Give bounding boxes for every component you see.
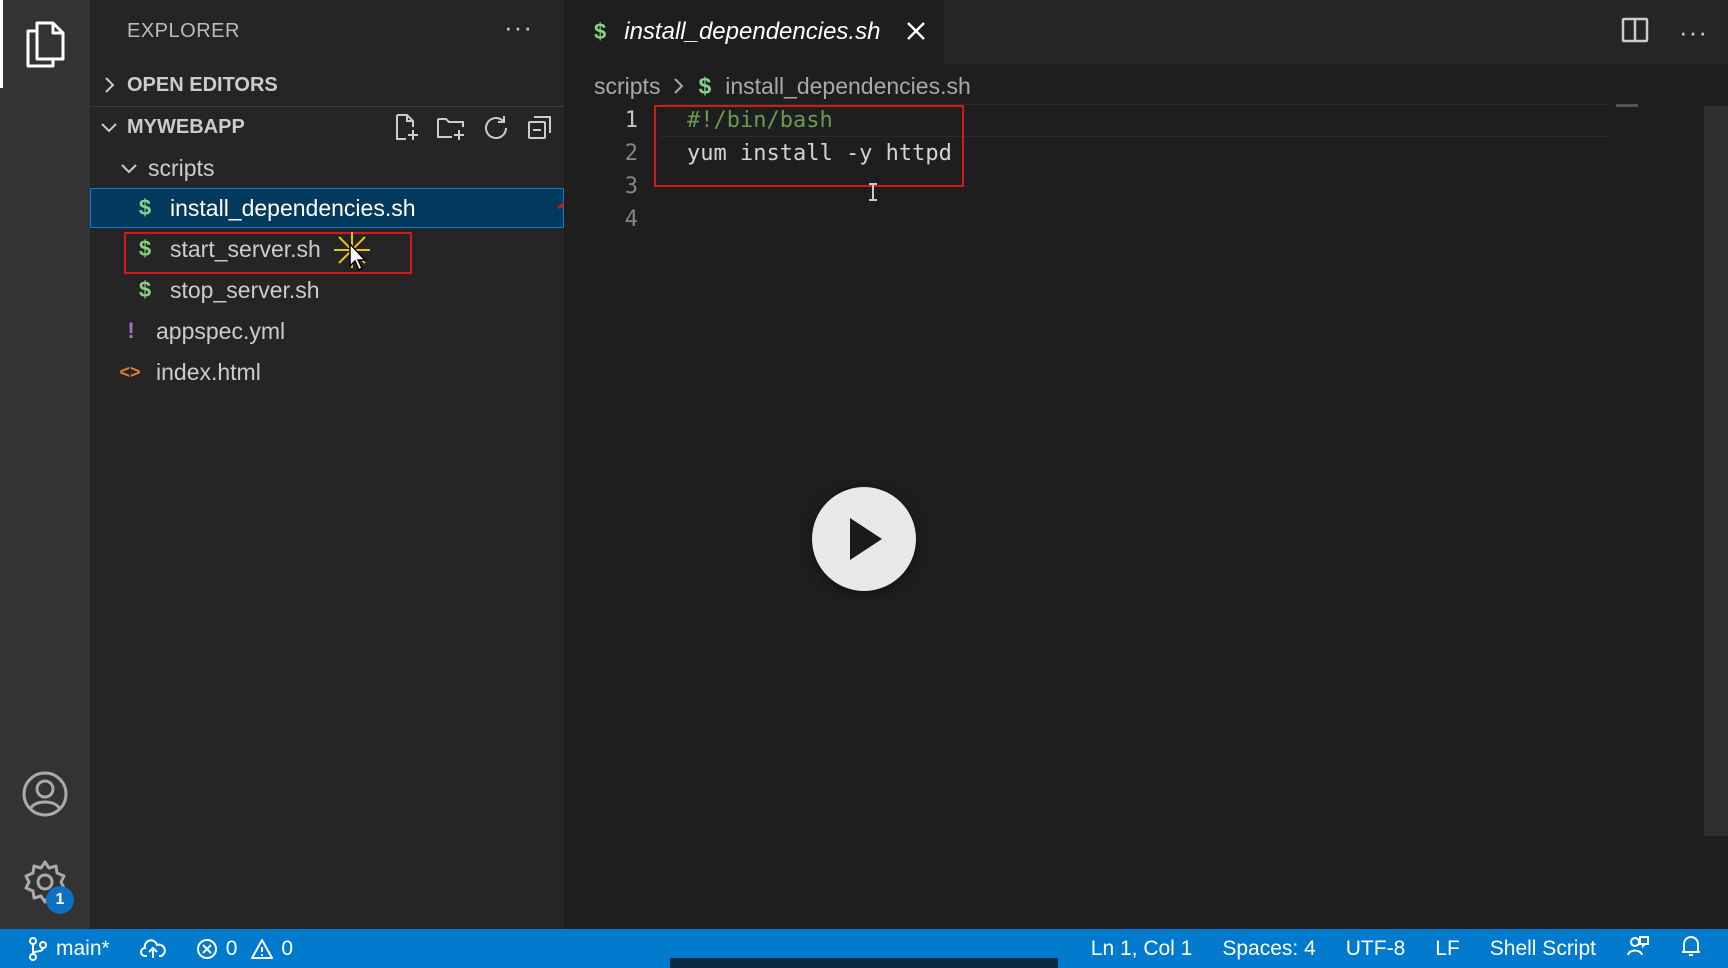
sync-status[interactable] [139,938,166,959]
explorer-sidebar: EXPLORER ··· OPEN EDITORS MYWEBAPP scrip… [90,0,564,929]
end-of-line[interactable]: LF [1435,937,1460,961]
collapse-all-icon[interactable] [526,113,554,141]
breadcrumb-file[interactable]: install_dependencies.sh [725,73,971,100]
editor-more-button[interactable]: ··· [1679,17,1708,48]
new-file-icon[interactable] [392,113,420,141]
problems-status[interactable]: 0 0 [196,937,293,961]
settings-badge: 1 [46,886,74,914]
bell-icon[interactable] [1680,934,1702,964]
code-line: 3 [564,170,638,203]
html-file-icon: <> [119,361,141,382]
activity-bar: 1 [0,0,90,929]
open-editors-section[interactable]: OPEN EDITORS [90,65,564,105]
shell-file-icon: $ [594,19,607,44]
explorer-actions [392,107,554,147]
tree-item-index-html[interactable]: <> index.html [90,352,564,392]
close-icon[interactable] [905,20,927,47]
code-line: 1 #!/bin/bash [564,104,833,137]
language-mode[interactable]: Shell Script [1490,937,1596,961]
play-icon [850,518,882,560]
editor-tabbar: $ install_dependencies.sh ··· [564,0,1728,64]
tree-item-install-dependencies[interactable]: $ install_dependencies.sh [90,188,564,228]
explorer-title: EXPLORER [127,20,240,42]
error-icon [196,938,217,959]
account-icon[interactable] [0,768,90,820]
warning-icon [251,938,274,959]
code-editor[interactable]: 1 #!/bin/bash 2 yum install -y httpd 3 4 [564,104,1728,929]
git-branch-icon [29,936,47,961]
tree-item-label: scripts [148,154,215,181]
line-number: 3 [624,174,638,199]
code-line: 2 yum install -y httpd [564,137,952,170]
tree-item-label: index.html [156,358,261,385]
status-bar: main* 0 0 Ln 1, Col 1 Spaces: 4 UTF-8 LF… [0,929,1728,968]
shell-file-icon: $ [138,195,152,220]
editor-scrollbar[interactable] [1704,106,1728,836]
editor-actions: ··· [1621,0,1708,64]
play-button[interactable] [812,487,916,591]
files-icon[interactable] [0,16,90,72]
chevron-down-icon [120,161,148,175]
shell-file-icon: $ [138,277,152,302]
indentation[interactable]: Spaces: 4 [1222,937,1315,961]
tab-install-dependencies[interactable]: $ install_dependencies.sh [564,0,944,64]
cloud-sync-icon [139,938,166,958]
open-editors-label: OPEN EDITORS [127,73,278,96]
chevron-right-icon [672,77,684,95]
text-cursor-icon [869,183,877,201]
breadcrumb-folder[interactable]: scripts [594,73,660,100]
line-number: 4 [624,207,638,232]
chevron-down-icon [90,120,127,134]
tree-item-label: appspec.yml [156,317,286,344]
code-line: 4 [564,203,638,236]
tree-item-label: stop_server.sh [170,276,320,303]
project-label: MYWEBAPP [127,115,245,138]
gear-icon[interactable] [0,856,90,908]
new-folder-icon[interactable] [436,113,466,141]
breadcrumb: scripts $ install_dependencies.sh [594,68,971,104]
status-progress-bar [670,958,1058,968]
feedback-icon[interactable] [1626,934,1650,964]
minimap [1616,104,1638,107]
tree-item-appspec[interactable]: ! appspec.yml [90,311,564,351]
split-editor-icon[interactable] [1621,17,1649,48]
branch-name: main* [56,936,110,960]
explorer-more-button[interactable]: ··· [504,12,533,43]
tab-title: install_dependencies.sh [624,18,881,45]
warning-count: 0 [281,936,294,960]
encoding[interactable]: UTF-8 [1346,937,1406,961]
yaml-file-icon: ! [127,318,135,343]
refresh-icon[interactable] [482,113,510,141]
line-number: 1 [624,108,638,133]
chevron-right-icon [90,76,127,94]
cursor-position[interactable]: Ln 1, Col 1 [1091,937,1193,961]
git-branch-status[interactable]: main* [28,936,110,961]
error-count: 0 [225,936,238,960]
tree-folder-scripts[interactable]: scripts [90,148,564,188]
shell-file-icon: $ [698,72,712,99]
tree-item-stop-server[interactable]: $ stop_server.sh [90,270,564,310]
tree-item-label: install_dependencies.sh [170,194,416,221]
line-number: 2 [624,141,638,166]
annotation-box-code [654,105,964,187]
project-section[interactable]: MYWEBAPP [90,107,564,147]
mouse-pointer-icon [334,232,370,272]
